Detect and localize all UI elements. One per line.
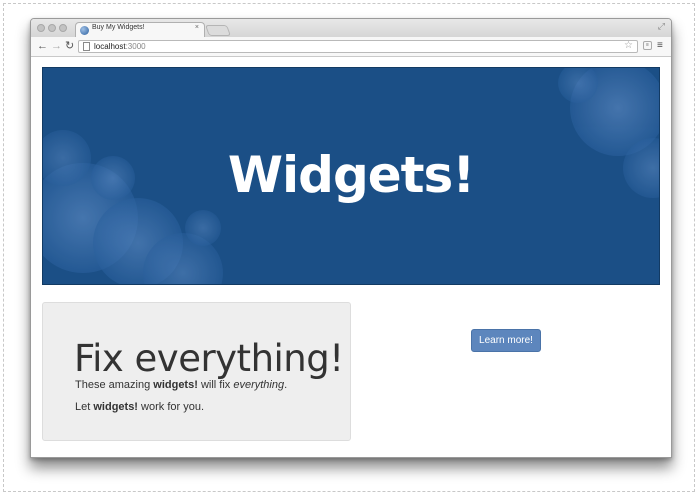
title-bar: Buy My Widgets! × ⤢ <box>31 19 671 37</box>
line2-suffix: work for you. <box>137 401 205 413</box>
forward-arrow-icon[interactable]: → <box>51 40 62 52</box>
favicon-icon <box>80 26 89 35</box>
browser-toolbar: ← → ↻ localhost:3000 ☆ ≡ ≡ <box>31 37 671 57</box>
line1-prefix: These amazing <box>75 379 154 391</box>
zoom-window-button[interactable] <box>59 24 67 32</box>
line1-italic: everything <box>233 379 285 391</box>
card-heading: Fix everything! <box>74 337 344 380</box>
extension-icon[interactable]: ≡ <box>643 41 652 50</box>
fullscreen-icon[interactable]: ⤢ <box>658 21 665 32</box>
star-icon[interactable]: ☆ <box>624 40 633 51</box>
minimize-window-button[interactable] <box>48 24 56 32</box>
line1-mid: will fix <box>197 379 234 391</box>
tab-title: Buy My Widgets! <box>92 24 145 31</box>
url-text: localhost:3000 <box>94 41 146 52</box>
hero-title: Widgets! <box>227 146 475 204</box>
address-bar[interactable]: localhost:3000 ☆ <box>78 40 638 53</box>
page-icon <box>83 42 90 51</box>
hamburger-menu-icon[interactable]: ≡ <box>657 40 663 51</box>
line1-bold: widgets! <box>153 379 198 391</box>
url-host: localhost <box>94 42 126 51</box>
card-line-2: Let widgets! work for you. <box>75 401 204 413</box>
card-line-1: These amazing widgets! will fix everythi… <box>75 379 287 391</box>
browser-tab[interactable]: Buy My Widgets! × <box>75 22 205 37</box>
feature-card: Fix everything! These amazing widgets! w… <box>42 302 351 441</box>
back-arrow-icon[interactable]: ← <box>37 40 48 52</box>
line2-bold: widgets! <box>93 401 138 413</box>
browser-window: Buy My Widgets! × ⤢ ← → ↻ localhost:3000… <box>30 18 672 458</box>
hero-banner: Widgets! <box>42 67 660 285</box>
new-tab-button[interactable] <box>204 25 232 36</box>
learn-more-button[interactable]: Learn more! <box>471 329 541 352</box>
line2-prefix: Let <box>75 401 94 413</box>
reload-icon[interactable]: ↻ <box>65 40 74 52</box>
url-port: :3000 <box>125 42 146 51</box>
page-viewport: Widgets! Fix everything! These amazing w… <box>31 57 671 457</box>
tab-close-icon[interactable]: × <box>195 24 199 31</box>
line1-suffix: . <box>284 379 288 391</box>
close-window-button[interactable] <box>37 24 45 32</box>
